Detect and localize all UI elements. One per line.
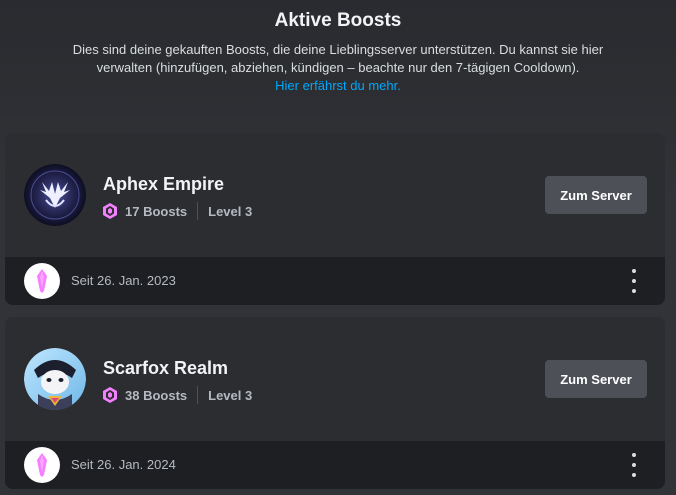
boost-count: 38 Boosts	[125, 387, 188, 403]
boost-crystal-icon	[24, 263, 60, 299]
description-text: Dies sind deine gekauften Boosts, die de…	[72, 42, 604, 75]
boost-crystal-icon	[24, 447, 60, 483]
server-name: Scarfox Realm	[103, 358, 229, 378]
boost-card-footer: Seit 26. Jan. 2023	[5, 257, 665, 305]
more-vertical-icon[interactable]	[627, 269, 641, 293]
server-level: Level 3	[208, 203, 253, 219]
learn-more-link[interactable]: Hier erfährst du mehr.	[275, 78, 401, 93]
page-description: Dies sind deine gekauften Boosts, die de…	[58, 41, 618, 95]
boost-card-main: Aphex Empire 17 Boosts Level 3 Zum Serve…	[5, 133, 665, 257]
boost-card: Scarfox Realm 38 Boosts Level 3 Zum Serv…	[5, 317, 665, 489]
boost-gem-icon	[103, 387, 117, 403]
go-to-server-button[interactable]: Zum Server	[545, 176, 647, 214]
server-name: Aphex Empire	[103, 174, 225, 194]
boost-card: Aphex Empire 17 Boosts Level 3 Zum Serve…	[5, 133, 665, 305]
page-title: Aktive Boosts	[274, 10, 402, 31]
stats-divider	[197, 202, 199, 220]
boost-count: 17 Boosts	[125, 203, 188, 219]
boost-card-footer: Seit 26. Jan. 2024	[5, 441, 665, 489]
server-avatar	[24, 164, 86, 226]
server-avatar	[24, 348, 86, 410]
server-level: Level 3	[208, 387, 253, 403]
boost-since-date: Seit 26. Jan. 2024	[71, 457, 176, 472]
server-stats: 38 Boosts Level 3	[103, 386, 252, 404]
boost-card-main: Scarfox Realm 38 Boosts Level 3 Zum Serv…	[5, 317, 665, 441]
boost-since-date: Seit 26. Jan. 2023	[71, 273, 176, 288]
go-to-server-button[interactable]: Zum Server	[545, 360, 647, 398]
more-vertical-icon[interactable]	[627, 453, 641, 477]
stats-divider	[197, 386, 199, 404]
page-header: Aktive Boosts Dies sind deine gekauften …	[0, 0, 676, 95]
boost-gem-icon	[103, 203, 117, 219]
server-stats: 17 Boosts Level 3	[103, 202, 252, 220]
